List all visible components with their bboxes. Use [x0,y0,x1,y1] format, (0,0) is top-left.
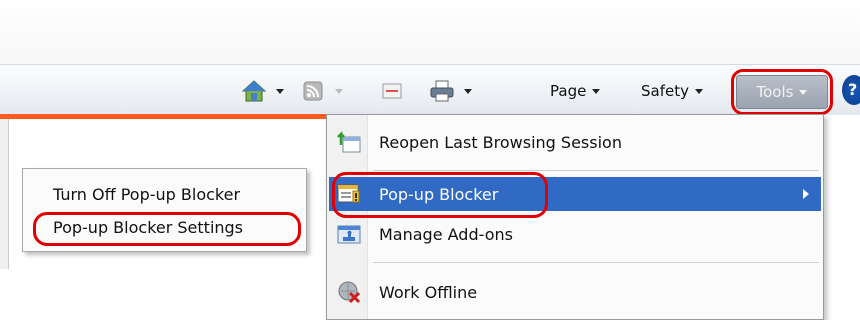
print-button[interactable] [430,79,472,103]
chevron-down-icon [335,88,343,94]
tools-highlight-circle [731,69,833,115]
menu-item-work-offline[interactable]: Work Offline [329,275,821,309]
print-icon [430,80,454,102]
menu-separator [373,262,819,263]
feeds-icon [303,81,323,101]
work-offline-icon [338,281,361,304]
chevron-down-icon [694,88,703,94]
mail-button[interactable] [382,79,402,103]
chevron-down-icon [276,88,284,94]
popup-blocker-highlight-circle [332,172,548,218]
safety-menu-button[interactable]: Safety [641,79,703,103]
menu-item-turn-off-popup-blocker[interactable]: Turn Off Pop-up Blocker [53,185,240,204]
page-menu-label: Page [550,82,587,100]
help-button[interactable]: ? [842,75,860,105]
browser-window: Page Safety Tools ? Turn Off Pop-up Bloc… [0,0,860,320]
addons-icon [337,225,361,244]
settings-highlight-circle [33,212,301,246]
page-menu-button[interactable]: Page [550,79,601,103]
menu-item-label: Work Offline [379,282,478,302]
chevron-down-icon [592,88,601,94]
mail-icon [382,83,402,99]
reopen-session-icon [337,131,361,153]
menu-item-label: Manage Add-ons [379,224,513,244]
title-area [0,0,860,64]
help-icon: ? [848,80,858,99]
page-edge [0,119,9,269]
home-button[interactable] [242,79,284,103]
feeds-button[interactable] [303,79,343,103]
menu-item-label: Reopen Last Browsing Session [379,132,622,152]
chevron-down-icon [464,88,472,94]
menu-item-manage-addons[interactable]: Manage Add-ons [329,217,821,251]
home-icon [242,80,266,102]
menu-separator [373,170,819,171]
submenu-arrow-icon [803,189,809,199]
safety-menu-label: Safety [641,82,689,100]
menu-item-reopen-session[interactable]: Reopen Last Browsing Session [329,125,821,159]
